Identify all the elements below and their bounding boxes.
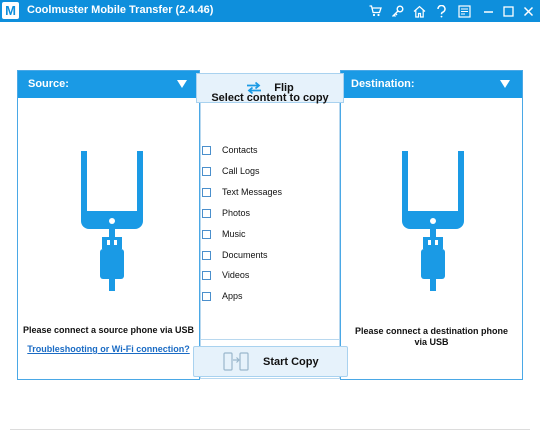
content-option-contacts[interactable]: Contacts: [202, 143, 258, 157]
checkbox[interactable]: [202, 291, 211, 301]
minimize-icon[interactable]: [479, 2, 497, 20]
maximize-icon[interactable]: [499, 2, 517, 20]
help-icon[interactable]: [432, 2, 450, 20]
source-panel: Source: Please connect a source phone vi…: [17, 70, 200, 380]
destination-connect-message-line1: Please connect a destination phone: [354, 326, 509, 336]
content-option-photos[interactable]: Photos: [202, 206, 250, 220]
content-column: Flip: [196, 70, 344, 380]
chevron-down-icon[interactable]: [177, 80, 187, 88]
destination-connect-message-line2: via USB: [414, 337, 449, 347]
destination-dropdown[interactable]: Destination:: [341, 71, 522, 98]
content-option-call-logs[interactable]: Call Logs: [202, 164, 260, 178]
source-connect-message: Please connect a source phone via USB: [22, 325, 195, 335]
content-option-text-messages[interactable]: Text Messages: [202, 185, 282, 199]
checkbox[interactable]: [202, 187, 211, 197]
destination-label: Destination:: [351, 78, 415, 90]
start-copy-button[interactable]: Start Copy: [193, 346, 348, 377]
content-option-videos[interactable]: Videos: [202, 268, 249, 282]
select-content-title: Select content to copy: [211, 92, 329, 104]
home-icon[interactable]: [410, 2, 428, 20]
window-title: Coolmuster Mobile Transfer (2.4.46): [27, 4, 214, 16]
phone-usb-icon: [402, 151, 464, 291]
start-copy-label: Start Copy: [263, 356, 319, 368]
transfer-phones-icon: [223, 352, 249, 371]
content-option-music[interactable]: Music: [202, 227, 246, 241]
checkbox[interactable]: [202, 145, 211, 155]
chevron-down-icon[interactable]: [500, 80, 510, 88]
checkbox[interactable]: [202, 208, 211, 218]
cart-icon[interactable]: [366, 2, 384, 20]
content-option-apps[interactable]: Apps: [202, 289, 243, 303]
checkbox[interactable]: [202, 166, 211, 176]
app-logo-icon: M: [2, 2, 19, 19]
source-dropdown[interactable]: Source:: [18, 71, 199, 98]
destination-panel: Destination: Please connect a destinatio…: [340, 70, 523, 380]
divider: [200, 339, 340, 340]
troubleshooting-link[interactable]: Troubleshooting or Wi-Fi connection?: [18, 344, 199, 354]
feedback-icon[interactable]: [455, 2, 473, 20]
checkbox[interactable]: [202, 270, 211, 280]
key-icon[interactable]: [388, 2, 406, 20]
content-option-documents[interactable]: Documents: [202, 248, 268, 262]
title-bar: M Coolmuster Mobile Transfer (2.4.46): [0, 0, 540, 22]
close-icon[interactable]: [519, 2, 537, 20]
status-divider: [10, 429, 530, 430]
checkbox[interactable]: [202, 229, 211, 239]
checkbox[interactable]: [202, 250, 211, 260]
phone-usb-icon: [81, 151, 143, 291]
source-label: Source:: [28, 78, 69, 90]
